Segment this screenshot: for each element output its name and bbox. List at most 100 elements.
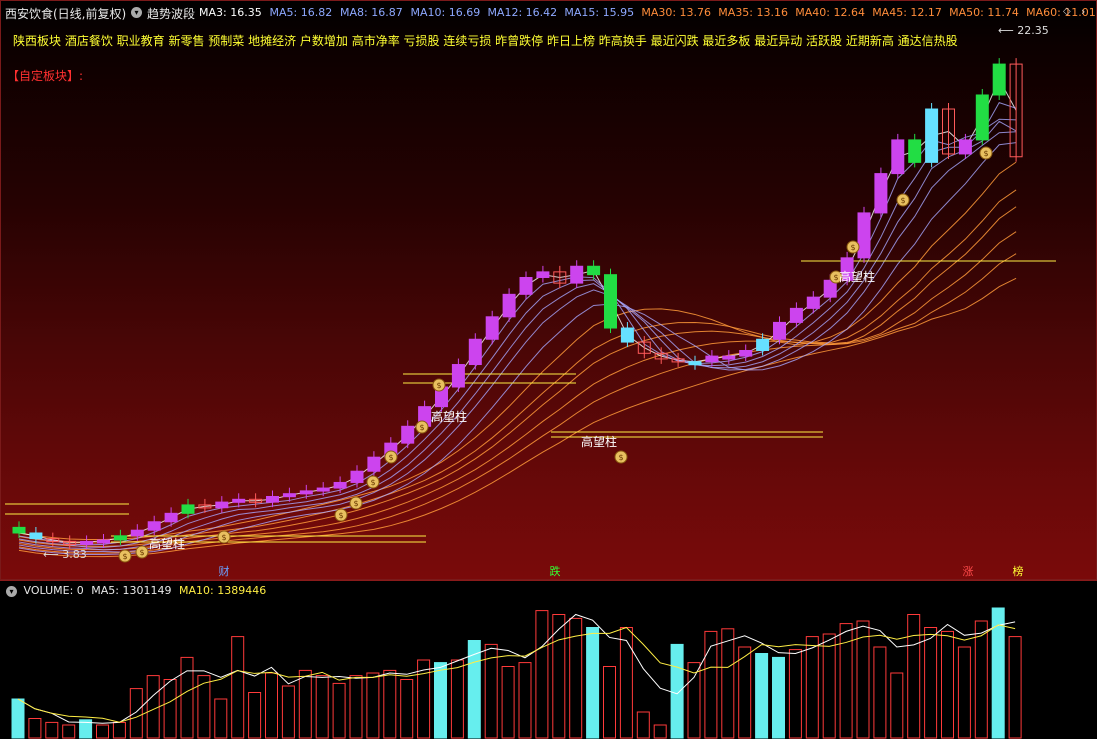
ma-label-3: MA10: 16.69 [410, 6, 481, 19]
ma-label-1: MA5: 16.82 [269, 6, 333, 19]
high-price-label: ⟵ 22.35 [998, 24, 1049, 37]
price-chart-pane[interactable]: $ $ $ $ $ $ $ $ $ $ $ $ $ $ ⟵ 22.35 ⟵ 3.83 高望柱 高望柱 高望柱 高望柱财… [0, 0, 1097, 580]
event-marker: 财 [219, 564, 230, 578]
candle-body [604, 274, 617, 329]
volume-bar [974, 620, 988, 739]
indicator-name[interactable]: 趋势波段 [147, 5, 195, 22]
volume-bar [163, 679, 177, 739]
signal-label: 高望柱 [581, 434, 617, 449]
volume-bar [653, 724, 667, 739]
candle-body [451, 364, 465, 388]
candle-body [992, 63, 1006, 96]
volume-bar [112, 721, 126, 739]
money-bag-icon-glyph: $ [850, 243, 855, 252]
volume-bar [772, 656, 785, 739]
candle-body [975, 94, 989, 141]
money-bag-icon-glyph: $ [833, 273, 838, 282]
candle-body [130, 529, 144, 537]
volume-bar [28, 718, 42, 739]
volume-bar [400, 679, 414, 739]
volume-bar [467, 640, 481, 739]
candle-body [705, 355, 719, 363]
candle-body [266, 495, 279, 503]
volume-pane[interactable]: ▾ VOLUME: 0 MA5: 1301149 MA10: 1389446 [0, 580, 1097, 739]
ma-label-4: MA12: 16.42 [487, 6, 558, 19]
volume-bar [670, 643, 684, 739]
candle-body [688, 361, 702, 366]
ma-label-10: MA50: 11.74 [949, 6, 1019, 19]
volume-bar [1008, 636, 1022, 739]
volume-bar [704, 630, 718, 739]
volume-bar [586, 627, 600, 739]
candle-body [958, 139, 972, 155]
ma-label-5: MA15: 15.95 [564, 6, 635, 19]
volume-ma5-label: MA5: 1301149 [91, 584, 172, 597]
volume-chart-canvas[interactable] [0, 581, 1097, 739]
money-bag-icon-glyph: $ [353, 499, 358, 508]
chevron-down-icon[interactable]: ▾ [6, 586, 17, 597]
candle-body [350, 470, 364, 483]
candle-body [806, 296, 820, 309]
money-bag-icon-glyph: $ [370, 478, 375, 487]
money-bag-icon-glyph: $ [419, 423, 424, 432]
volume-bar [180, 656, 194, 739]
volume-bar [907, 614, 921, 739]
volume-bar [417, 659, 431, 739]
money-bag-icon-glyph: $ [618, 453, 623, 462]
ma-label-9: MA45: 12.17 [872, 6, 942, 19]
candle-body [97, 539, 110, 544]
volume-bar [805, 636, 819, 739]
short-ma-line [18, 120, 1017, 551]
volume-bar [450, 659, 464, 739]
candle-body [333, 481, 347, 489]
candle-body [401, 425, 415, 444]
volume-bar [265, 672, 278, 739]
money-bag-icon-glyph: $ [983, 149, 988, 158]
volume-bar [248, 692, 262, 739]
candle-body [468, 338, 482, 366]
candle-body [536, 271, 550, 278]
volume-bar [129, 688, 143, 739]
price-chart-canvas[interactable]: $ $$$$$$$$$$$$$⟵ 22.35⟵ 3.83高望柱高望柱高望柱高望柱财… [1, 1, 1097, 581]
candle-body [12, 526, 26, 534]
money-bag-icon-glyph: $ [436, 381, 441, 390]
short-ma-line [18, 118, 1017, 548]
volume-bar [619, 627, 633, 739]
volume-bar [636, 711, 650, 739]
short-ma-line [18, 142, 1017, 556]
volume-bar [535, 610, 549, 739]
signal-label: 高望柱 [839, 269, 875, 284]
volume-bar [788, 649, 802, 739]
volume-ma10-label: MA10: 1389446 [178, 584, 267, 597]
volume-bar [434, 662, 447, 739]
ma-label-8: MA40: 12.64 [795, 6, 865, 19]
volume-bar [957, 646, 971, 739]
candle-body [29, 532, 43, 540]
diamond-icon[interactable]: ◇ [1063, 6, 1071, 17]
candle-body [519, 276, 533, 295]
candle-body [874, 173, 888, 214]
ma-label-0: MA3: 16.35 [199, 6, 262, 19]
volume-bar [941, 630, 954, 739]
volume-bar [62, 724, 76, 739]
candle-body [485, 316, 499, 340]
candle-body [164, 512, 178, 523]
volume-header: ▾ VOLUME: 0 MA5: 1301149 MA10: 1389446 [6, 584, 266, 597]
volume-bar [383, 669, 397, 739]
volume-label: VOLUME: 0 [23, 584, 84, 597]
custom-block-label: 【自定板块】: [7, 69, 84, 83]
price-header: 西安饮食(日线,前复权) ▾ 趋势波段 MA3: 16.35 MA5: 16.82… [1, 1, 1096, 25]
candle-body [756, 338, 770, 351]
volume-bar [687, 662, 701, 739]
candle-body [925, 108, 939, 163]
volume-bar [738, 646, 752, 739]
event-marker: 涨 [963, 565, 974, 578]
chevron-down-icon[interactable]: ▾ [131, 7, 142, 18]
volume-ma10-line [17, 624, 1016, 723]
ma-label-6: MA30: 13.76 [641, 6, 712, 19]
volume-bar [45, 721, 59, 739]
chevron-right-icon[interactable]: › [1081, 5, 1085, 18]
candle-body [570, 265, 584, 284]
candle-body [739, 349, 753, 357]
candle-body [722, 355, 736, 360]
